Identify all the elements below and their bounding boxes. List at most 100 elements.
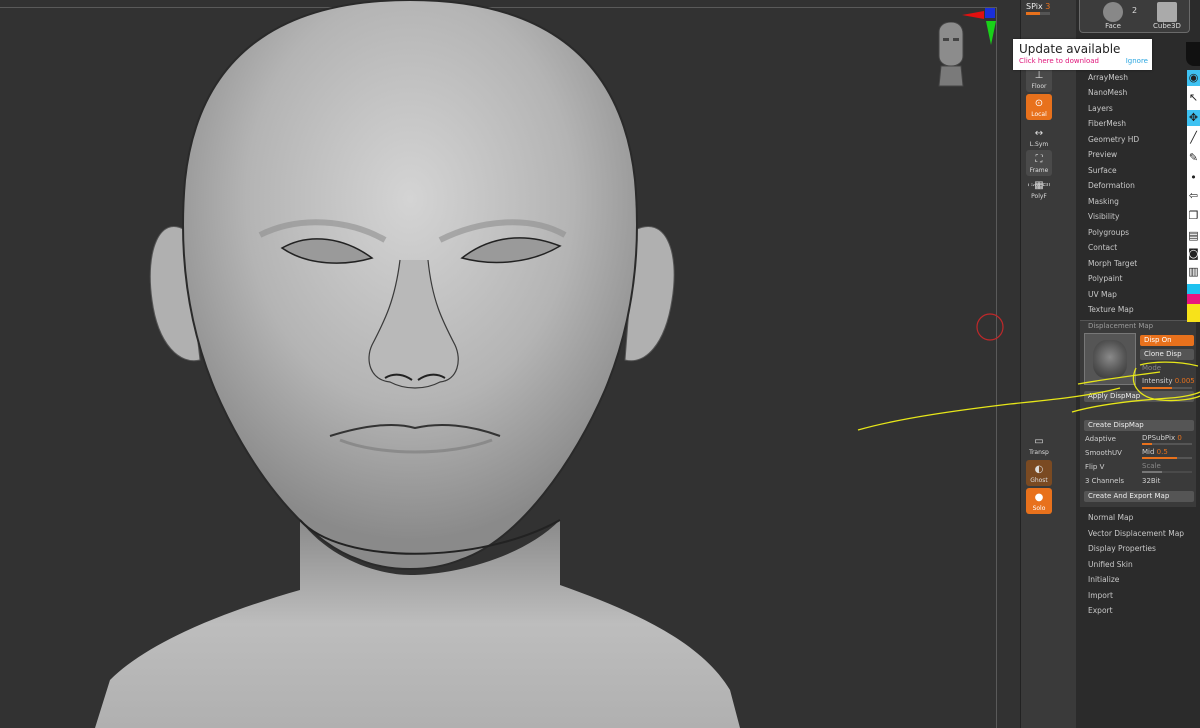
create-dispmap-button[interactable]: Create DispMap (1084, 420, 1194, 431)
brush-cursor-icon (976, 313, 1004, 341)
flipv-toggle[interactable]: Flip V (1085, 463, 1104, 471)
spix-readout[interactable]: SPix 3 (1026, 2, 1050, 11)
cyan-swatch[interactable] (1187, 284, 1200, 294)
intensity-track[interactable] (1142, 387, 1192, 389)
gizmo-icon[interactable]: ✥ (1187, 110, 1200, 126)
menu-deformation[interactable]: Deformation (1088, 181, 1135, 190)
menu-arraymesh[interactable]: ArrayMesh (1088, 73, 1128, 82)
menu-initialize[interactable]: Initialize (1088, 575, 1119, 584)
scale-track[interactable] (1142, 471, 1192, 473)
magenta-swatch[interactable] (1187, 294, 1200, 304)
subtool-cube3d-label: Cube3D (1153, 22, 1181, 30)
menu-vector-displacement-map[interactable]: Vector Displacement Map (1088, 529, 1184, 538)
menu-unified-skin[interactable]: Unified Skin (1088, 560, 1133, 569)
dpsubpix-slider[interactable]: DPSubPix 0 (1142, 434, 1182, 442)
floor-label: Floor (1031, 83, 1047, 90)
apply-dispmap-button[interactable]: Apply DispMap (1084, 391, 1194, 402)
subtool-cube3d[interactable]: Cube3D (1152, 2, 1182, 30)
subtool-count: 2 (1132, 6, 1138, 15)
menu-polygroups[interactable]: Polygroups (1088, 228, 1129, 237)
displacement-map-title[interactable]: Displacement Map (1088, 322, 1153, 330)
sculpt-head-model[interactable] (0, 0, 1020, 728)
polyf-button[interactable]: ▦ PolyF (1026, 181, 1052, 202)
yellow-swatch[interactable] (1187, 304, 1200, 322)
menu-nanomesh[interactable]: NanoMesh (1088, 88, 1127, 97)
dpsubpix-track[interactable] (1142, 443, 1192, 445)
camera-icon[interactable]: ◙ (1187, 246, 1200, 262)
smoothuv-toggle[interactable]: SmoothUV (1085, 449, 1122, 457)
face-thumbnail-icon (1103, 2, 1123, 22)
lsym-button[interactable]: ↔ L.Sym (1026, 124, 1052, 150)
ignore-link[interactable]: Ignore (1126, 57, 1148, 65)
spix-value: 3 (1045, 2, 1051, 11)
transp-icon: ▭ (1034, 436, 1044, 447)
axis-gizmo-icon[interactable] (962, 7, 1000, 47)
menu-contact[interactable]: Contact (1088, 243, 1117, 252)
menu-visibility[interactable]: Visibility (1088, 212, 1119, 221)
create-export-map-button[interactable]: Create And Export Map (1084, 491, 1194, 502)
cube-thumbnail-icon (1157, 2, 1177, 22)
download-link[interactable]: Click here to download (1019, 57, 1099, 65)
menu-masking[interactable]: Masking (1088, 197, 1119, 206)
local-icon: ⊙ (1034, 98, 1044, 109)
three-channels-toggle[interactable]: 3 Channels (1085, 477, 1124, 485)
polyf-icon: ▦ (1034, 180, 1044, 191)
mode-label[interactable]: Mode (1142, 364, 1161, 372)
intensity-slider[interactable]: Intensity 0.005 (1142, 377, 1195, 385)
right-shelf: SPix 3 ⊥ Floor ⊙ Local ↔ L.Sym ⛶ Frame L… (1020, 0, 1077, 728)
menu-morph-target[interactable]: Morph Target (1088, 259, 1137, 268)
lsym-label: L.Sym (1029, 141, 1049, 148)
adaptive-toggle[interactable]: Adaptive (1085, 435, 1116, 443)
menu-texture-map[interactable]: Texture Map (1088, 305, 1134, 314)
mid-slider[interactable]: Mid 0.5 (1142, 448, 1168, 456)
dpsubpix-value: 0 (1177, 434, 1182, 442)
scale-slider[interactable]: Scale (1142, 462, 1161, 470)
menu-geometry-hd[interactable]: Geometry HD (1088, 135, 1139, 144)
mid-value: 0.5 (1156, 448, 1168, 456)
32bit-toggle[interactable]: 32Bit (1142, 477, 1160, 485)
mid-track[interactable] (1142, 457, 1192, 459)
menu-import[interactable]: Import (1088, 591, 1113, 600)
subtool-face[interactable]: Face (1098, 2, 1128, 30)
zbrush-logo-icon (1186, 42, 1200, 66)
local-button[interactable]: ⊙ Local (1026, 94, 1052, 120)
menu-uv-map[interactable]: UV Map (1088, 290, 1117, 299)
move-arrow-icon[interactable]: ⇦ (1187, 188, 1200, 204)
transp-button[interactable]: ▭ Transp (1026, 432, 1052, 458)
solo-icon: ● (1034, 492, 1044, 503)
clone-disp-button[interactable]: Clone Disp (1140, 349, 1194, 360)
update-notification[interactable]: Update available Click here to download … (1013, 39, 1152, 70)
frame-label: Frame (1029, 167, 1049, 174)
disp-on-button[interactable]: Disp On (1140, 335, 1194, 346)
solo-button[interactable]: ● Solo (1026, 488, 1052, 514)
pencil-icon[interactable]: ✎ (1187, 150, 1200, 166)
displacement-thumbnail[interactable] (1084, 333, 1136, 385)
menu-fibermesh[interactable]: FiberMesh (1088, 119, 1126, 128)
ghost-icon: ◐ (1034, 464, 1044, 475)
eye-icon[interactable]: ◉ (1187, 70, 1200, 86)
menu-normal-map[interactable]: Normal Map (1088, 513, 1133, 522)
menu-preview[interactable]: Preview (1088, 150, 1117, 159)
menu-export[interactable]: Export (1088, 606, 1113, 615)
brush-icon[interactable]: ╱ (1187, 130, 1200, 146)
floor-icon: ⊥ (1034, 70, 1044, 81)
ghost-button[interactable]: ◐ Ghost (1026, 460, 1052, 486)
spix-label: SPix (1026, 2, 1043, 11)
polyf-label: PolyF (1031, 193, 1047, 200)
menu-display-properties[interactable]: Display Properties (1088, 544, 1156, 553)
menu-layers[interactable]: Layers (1088, 104, 1113, 113)
subtool-face-label: Face (1105, 22, 1121, 30)
document-icon[interactable]: ▥ (1187, 264, 1200, 280)
copy-icon[interactable]: ❐ (1187, 208, 1200, 224)
dot-icon[interactable]: • (1187, 170, 1200, 186)
viewport-canvas[interactable] (0, 0, 1020, 728)
stack-icon[interactable]: ▤ (1187, 228, 1200, 244)
select-arrow-icon[interactable]: ↖ (1187, 90, 1200, 106)
menu-surface[interactable]: Surface (1088, 166, 1117, 175)
spix-slider[interactable] (1026, 12, 1050, 15)
mid-label: Mid (1142, 448, 1155, 456)
menu-polypaint[interactable]: Polypaint (1088, 274, 1123, 283)
frame-button[interactable]: ⛶ Frame (1026, 150, 1052, 176)
dpsubpix-label: DPSubPix (1142, 434, 1176, 442)
frame-icon: ⛶ (1035, 154, 1043, 165)
